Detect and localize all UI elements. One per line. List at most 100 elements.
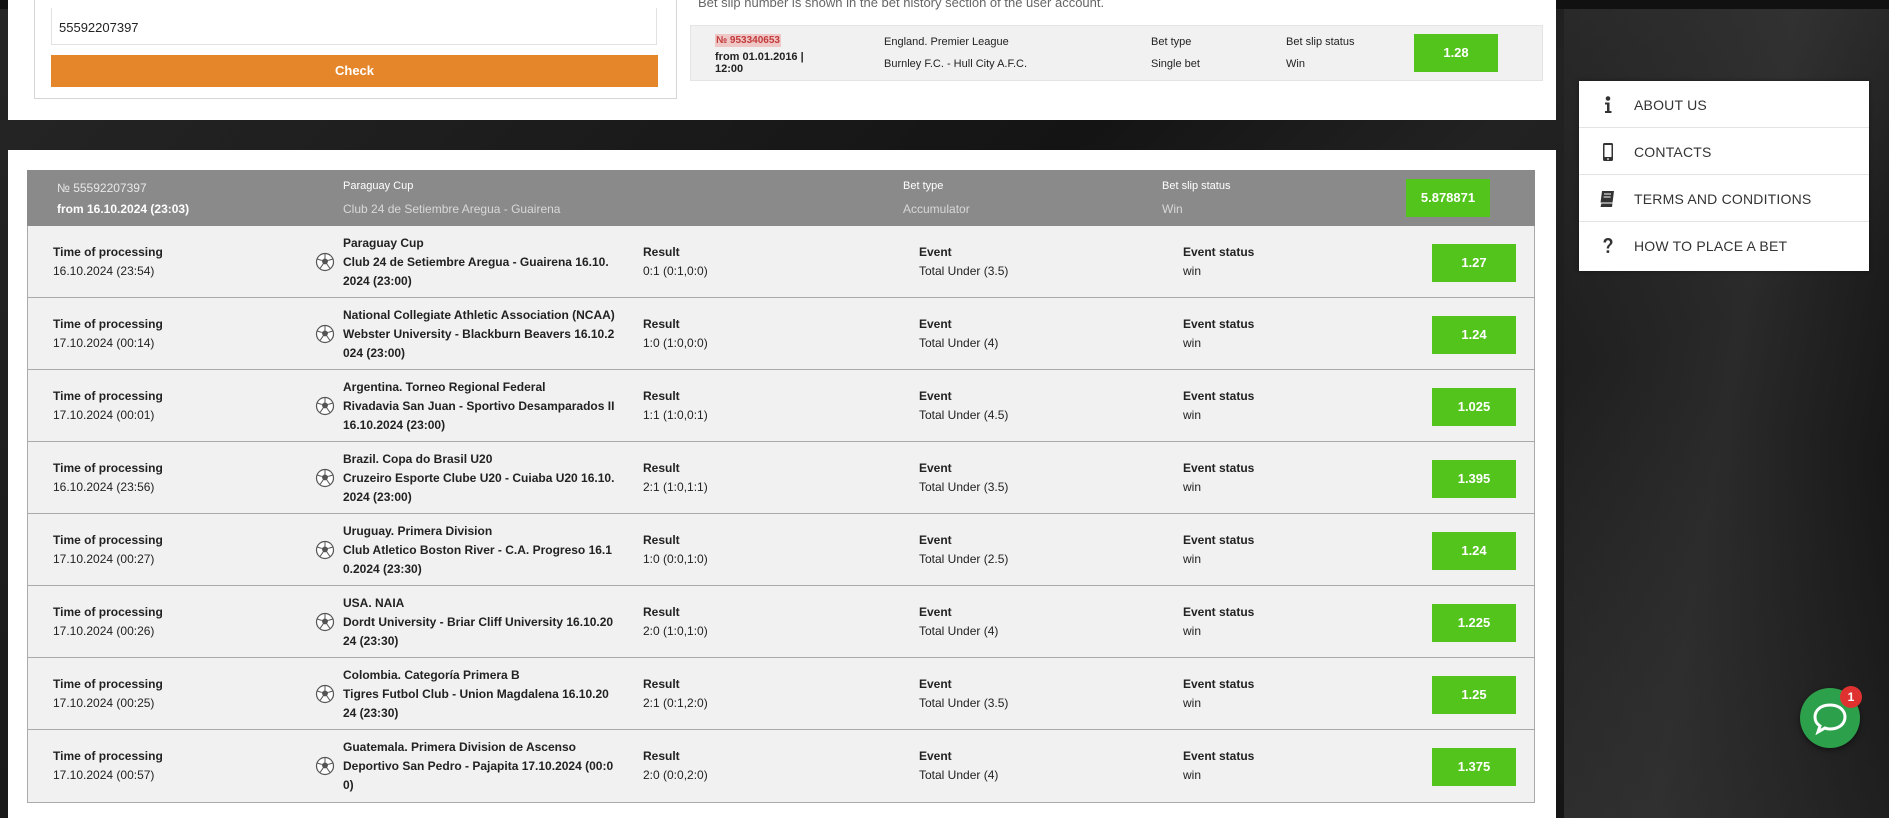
time-value: 16.10.2024 (23:56)	[53, 480, 155, 494]
event-odds-button[interactable]: 1.375	[1432, 748, 1516, 786]
event-status-label: Event status	[1183, 533, 1255, 547]
event-status-value: win	[1183, 264, 1202, 278]
check-panel: 55592207397 Check Bet slip number is sho…	[8, 0, 1556, 120]
event-status-label: Event status	[1183, 461, 1255, 475]
result-label: Result	[643, 605, 680, 619]
event-row: Time of processing 17.10.2024 (00:25) Co…	[28, 658, 1534, 730]
menu-item-how-to-place-a-bet[interactable]: HOW TO PLACE A BET	[1579, 222, 1869, 269]
time-label: Time of processing	[53, 533, 163, 547]
total-odds-button[interactable]: 5.878871	[1406, 179, 1490, 217]
time-value: 17.10.2024 (00:57)	[53, 768, 155, 782]
event-odds-button[interactable]: 1.395	[1432, 460, 1516, 498]
info-icon	[1597, 94, 1619, 116]
slip-status-label: Bet slip status	[1162, 180, 1231, 192]
event-match: Tigres Futbol Club - Union Magdalena 16.…	[343, 687, 609, 720]
result-label: Result	[643, 677, 680, 691]
time-value: 17.10.2024 (00:14)	[53, 336, 155, 350]
event-label: Event	[919, 461, 952, 475]
slip-number-input[interactable]: 55592207397	[51, 8, 657, 45]
time-value: 16.10.2024 (23:54)	[53, 264, 155, 278]
soccer-ball-icon	[315, 540, 335, 560]
result-value: 2:0 (0:0,2:0)	[643, 768, 708, 782]
check-button[interactable]: Check	[51, 55, 658, 87]
bet-type-value: Single bet	[1151, 58, 1200, 70]
event-label: Event	[919, 749, 952, 763]
event-status-label: Event status	[1183, 749, 1255, 763]
event-tournament: Argentina. Torneo Regional Federal	[343, 380, 546, 394]
slip-details-panel: № 55592207397 from 16.10.2024 (23:03) Pa…	[8, 150, 1556, 818]
time-label: Time of processing	[53, 461, 163, 475]
event-tournament: Brazil. Copa do Brasil U20	[343, 452, 493, 466]
event-value: Total Under (3.5)	[919, 696, 1009, 710]
menu-item-contacts[interactable]: CONTACTS	[1579, 128, 1869, 175]
menu-item-label: CONTACTS	[1634, 144, 1712, 160]
event-match: Rivadavia San Juan - Sportivo Desamparad…	[343, 399, 615, 432]
event-tournament: Paraguay Cup	[343, 236, 424, 250]
event-status-label: Event status	[1183, 389, 1255, 403]
event-status-label: Event status	[1183, 245, 1255, 259]
event-status-value: win	[1183, 696, 1202, 710]
event-label: Event	[919, 317, 952, 331]
event-label: Event	[919, 533, 952, 547]
result-label: Result	[643, 533, 680, 547]
hint-text: Bet slip number is shown in the bet hist…	[698, 0, 1105, 10]
event-status-value: win	[1183, 624, 1202, 638]
event-match: Cruzeiro Esporte Clube U20 - Cuiaba U20 …	[343, 471, 615, 504]
soccer-ball-icon	[315, 252, 335, 272]
result-value: 1:1 (1:0,0:1)	[643, 408, 708, 422]
slip-match: Club 24 de Setiembre Aregua - Guairena	[343, 202, 561, 216]
menu-item-terms-and-conditions[interactable]: TERMS AND CONDITIONS	[1579, 175, 1869, 222]
event-status-label: Event status	[1183, 605, 1255, 619]
event-row: Time of processing 17.10.2024 (00:26) US…	[28, 586, 1534, 658]
event-match: Club 24 de Setiembre Aregua - Guairena 1…	[343, 255, 609, 288]
bet-type-label: Bet type	[903, 180, 944, 192]
time-value: 17.10.2024 (00:27)	[53, 552, 155, 566]
result-label: Result	[643, 389, 680, 403]
previous-slip-row: № 953340653 from 01.01.2016 | 12:00 Engl…	[690, 25, 1543, 81]
result-value: 2:0 (1:0,1:0)	[643, 624, 708, 638]
event-row: Time of processing 16.10.2024 (23:54) Pa…	[28, 226, 1534, 298]
odds-button[interactable]: 1.28	[1414, 34, 1498, 72]
result-value: 1:0 (1:0,0:0)	[643, 336, 708, 350]
menu-item-about-us[interactable]: ABOUT US	[1579, 81, 1869, 128]
time-label: Time of processing	[53, 317, 163, 331]
event-tournament: USA. NAIA	[343, 596, 405, 610]
time-label: Time of processing	[53, 245, 163, 259]
soccer-ball-icon	[315, 468, 335, 488]
event-odds-button[interactable]: 1.24	[1432, 532, 1516, 570]
event-row: Time of processing 17.10.2024 (00:14) Na…	[28, 298, 1534, 370]
event-match: Webster University - Blackburn Beavers 1…	[343, 327, 615, 360]
result-value: 1:0 (0:0,1:0)	[643, 552, 708, 566]
slip-league: England. Premier League	[884, 36, 1009, 48]
chat-notification-badge: 1	[1840, 686, 1862, 708]
soccer-ball-icon	[315, 756, 335, 776]
bet-type-value: Accumulator	[903, 202, 970, 216]
event-status-label: Event status	[1183, 677, 1255, 691]
event-odds-button[interactable]: 1.025	[1432, 388, 1516, 426]
time-value: 17.10.2024 (00:26)	[53, 624, 155, 638]
event-value: Total Under (3.5)	[919, 480, 1009, 494]
event-row: Time of processing 17.10.2024 (00:27) Ur…	[28, 514, 1534, 586]
slip-number: № 55592207397	[57, 181, 147, 195]
question-icon	[1597, 235, 1619, 257]
event-odds-button[interactable]: 1.25	[1432, 676, 1516, 714]
event-odds-button[interactable]: 1.27	[1432, 244, 1516, 282]
event-tournament: Guatemala. Primera Division de Ascenso	[343, 740, 576, 754]
book-icon	[1597, 188, 1619, 210]
soccer-ball-icon	[315, 612, 335, 632]
menu-item-label: HOW TO PLACE A BET	[1634, 238, 1788, 254]
result-value: 2:1 (0:1,2:0)	[643, 696, 708, 710]
slip-header: № 55592207397 from 16.10.2024 (23:03) Pa…	[27, 170, 1535, 226]
event-status-value: win	[1183, 552, 1202, 566]
event-odds-button[interactable]: 1.225	[1432, 604, 1516, 642]
event-row: Time of processing 16.10.2024 (23:56) Br…	[28, 442, 1534, 514]
event-value: Total Under (4.5)	[919, 408, 1009, 422]
event-odds-button[interactable]: 1.24	[1432, 316, 1516, 354]
event-row: Time of processing 17.10.2024 (00:01) Ar…	[28, 370, 1534, 442]
slip-number: № 953340653	[715, 34, 781, 47]
event-tournament: Uruguay. Primera Division	[343, 524, 493, 538]
menu-item-label: ABOUT US	[1634, 97, 1707, 113]
result-label: Result	[643, 461, 680, 475]
time-value: 17.10.2024 (00:25)	[53, 696, 155, 710]
event-status-label: Event status	[1183, 317, 1255, 331]
